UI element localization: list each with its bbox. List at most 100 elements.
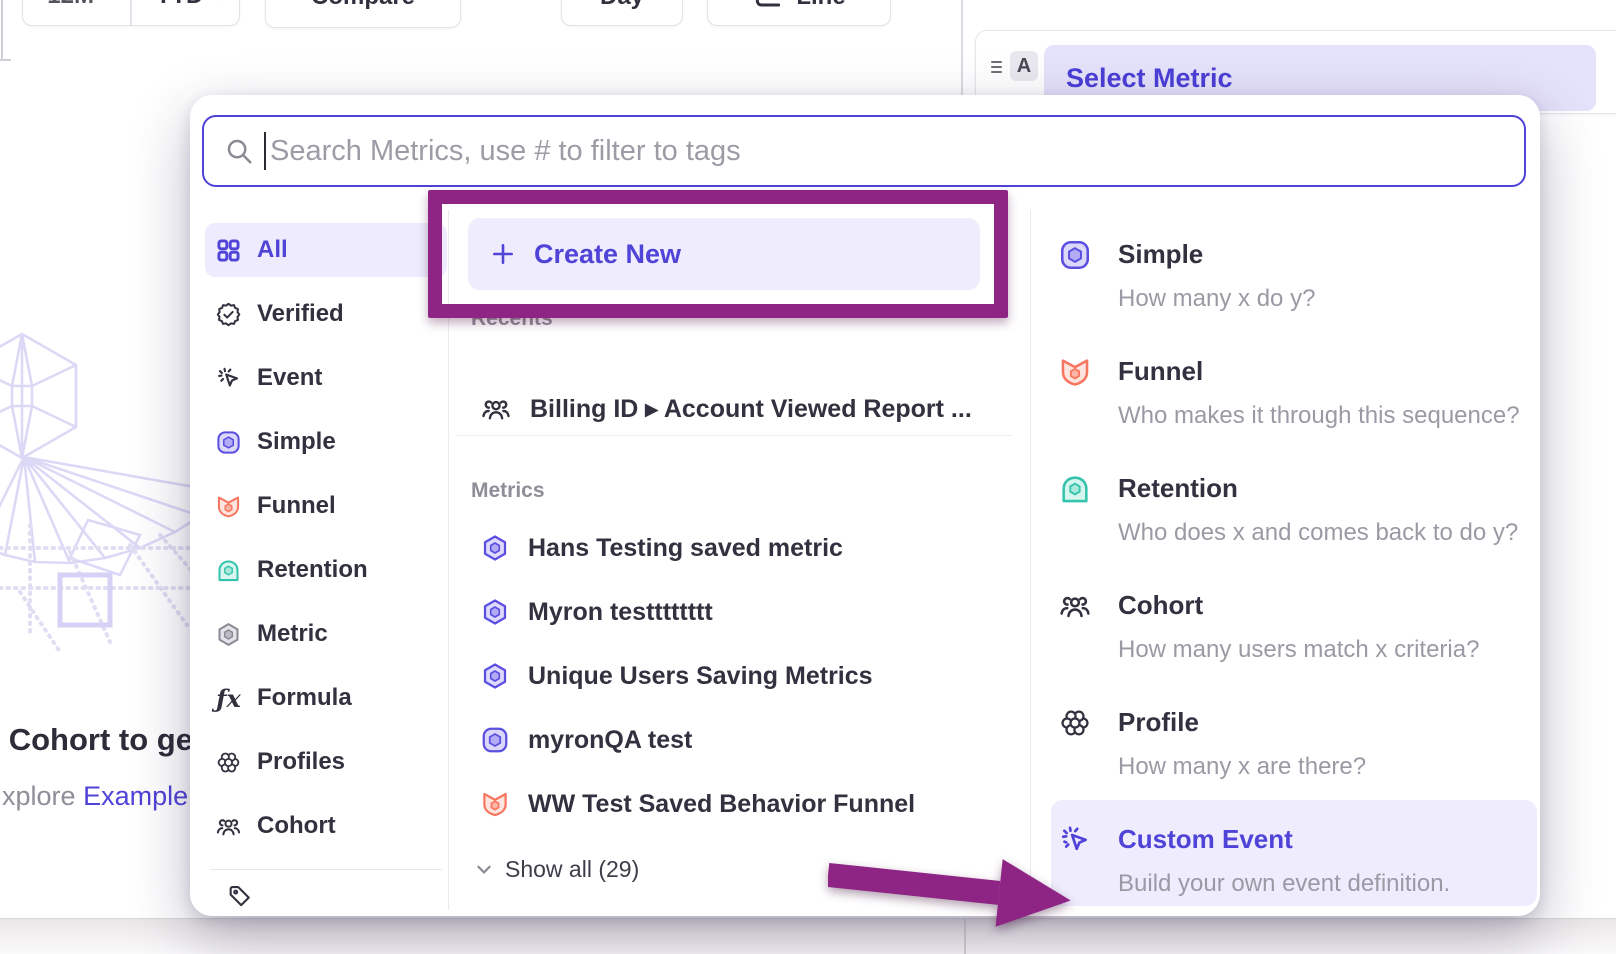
sidebar-item-verified[interactable]: Verified (205, 287, 447, 341)
recents-divider (455, 435, 1012, 436)
type-cohort-desc: How many users match x criteria? (1118, 636, 1479, 664)
date-range-control[interactable]: 12M YTD (22, 0, 240, 26)
recent-item-label: Billing ID ▸ Account Viewed Report ... (530, 394, 972, 424)
chevron-down-icon (475, 860, 493, 878)
metric-search-box (202, 115, 1526, 187)
range-12m-button[interactable]: 12M (23, 0, 118, 25)
tag-icon (226, 883, 254, 911)
grid-icon (215, 237, 242, 264)
range-ytd-label: YTD (155, 0, 203, 10)
select-metric-modal: All Verified Event Simple Funnel Retenti… (190, 95, 1540, 916)
saved-metric-icon (480, 661, 510, 691)
series-badge: A (1010, 51, 1038, 81)
custom-event-icon (1058, 823, 1092, 857)
profiles-flower-icon (215, 749, 242, 776)
series-letter: A (1017, 55, 1031, 78)
retention-icon (1058, 472, 1092, 506)
chart-type-button[interactable]: Line (707, 0, 891, 26)
search-icon (224, 136, 254, 166)
panel-edge-line (1, 0, 3, 60)
cohort-people-icon (1058, 589, 1092, 623)
formula-fx-icon: ƒx (215, 684, 242, 713)
type-profile-desc: How many x are there? (1118, 753, 1366, 781)
simple-metric-icon (215, 429, 242, 456)
sidebar-item-cohort[interactable]: Cohort (205, 799, 447, 853)
sidebar-item-simple[interactable]: Simple (205, 415, 447, 469)
granularity-button[interactable]: Day (561, 0, 683, 26)
metric-item-label: Myron testttttttt (528, 598, 713, 627)
sidebar-item-label: Simple (257, 428, 336, 456)
compare-button[interactable]: Compare (265, 0, 461, 28)
segment-divider (130, 0, 132, 25)
type-retention[interactable]: Retention (1118, 473, 1238, 504)
cohort-people-icon (480, 393, 512, 425)
simple-metric-icon (480, 725, 510, 755)
sidebar-item-label: Retention (257, 556, 368, 584)
type-retention-desc: Who does x and comes back to do y? (1118, 519, 1518, 547)
heading-text: Cohort to ge (9, 722, 193, 757)
plus-icon (490, 241, 516, 267)
range-ytd-button[interactable]: YTD (144, 0, 239, 25)
metric-list-item[interactable]: myronQA test (468, 714, 692, 766)
sidebar-item-label: All (257, 236, 288, 264)
recents-section-label: Recents (471, 307, 553, 331)
type-funnel[interactable]: Funnel (1118, 356, 1203, 387)
sidebar-item-all[interactable]: All (205, 223, 447, 277)
metric-list-item[interactable]: Hans Testing saved metric (468, 522, 843, 574)
select-metric-label: Select Metric (1066, 63, 1233, 94)
sidebar-item-label: Funnel (257, 492, 336, 520)
sidebar-item-label: Cohort (257, 812, 336, 840)
sidebar-item-funnel[interactable]: Funnel (205, 479, 447, 533)
saved-metric-icon (480, 533, 510, 563)
metric-list-item[interactable]: Unique Users Saving Metrics (468, 650, 873, 702)
metrics-section-label: Metrics (471, 479, 545, 503)
profiles-flower-icon (1058, 706, 1092, 740)
show-all-label: Show all (29) (505, 856, 639, 883)
metric-list-item[interactable]: WW Test Saved Behavior Funnel (468, 778, 915, 830)
metric-list-item[interactable]: Myron testttttttt (468, 586, 713, 638)
simple-metric-icon (1058, 238, 1092, 272)
sidebar-item-retention[interactable]: Retention (205, 543, 447, 597)
explore-text-fragment: xplore (2, 781, 76, 811)
create-new-button[interactable]: Create New (468, 218, 980, 290)
type-cohort[interactable]: Cohort (1118, 590, 1203, 621)
metric-item-label: myronQA test (528, 726, 692, 755)
sidebar-item-label: Verified (257, 300, 344, 328)
search-input[interactable] (256, 135, 1524, 168)
event-cursor-icon (215, 365, 242, 392)
background-heading: r Cohort to ge (0, 722, 193, 758)
column-divider (448, 210, 449, 910)
metric-hexagon-icon (215, 621, 242, 648)
sidebar-item-label: Formula (257, 684, 352, 712)
verified-badge-icon (215, 301, 242, 328)
type-funnel-desc: Who makes it through this sequence? (1118, 402, 1520, 430)
panel-edge-line (0, 59, 11, 61)
drag-handle-icon[interactable] (988, 57, 1008, 77)
screen: 12M YTD Compare Day Line r Cohort (0, 0, 1616, 954)
bottom-divider-line (964, 918, 966, 954)
type-profile[interactable]: Profile (1118, 707, 1199, 738)
chevron-down-icon (211, 0, 227, 4)
metric-item-label: Unique Users Saving Metrics (528, 662, 873, 691)
show-all-toggle[interactable]: Show all (29) (475, 850, 639, 888)
type-simple[interactable]: Simple (1118, 239, 1203, 270)
type-custom-event[interactable]: Custom Event (1118, 824, 1293, 855)
bottom-panel-edge (0, 918, 1616, 954)
recent-item-row[interactable]: Billing ID ▸ Account Viewed Report ... (468, 383, 972, 435)
sidebar-item-profiles[interactable]: Profiles (205, 735, 447, 789)
metric-item-label: WW Test Saved Behavior Funnel (528, 790, 915, 819)
create-new-label: Create New (534, 239, 681, 270)
line-chart-icon (752, 0, 784, 13)
type-simple-desc: How many x do y? (1118, 285, 1315, 313)
sidebar-item-event[interactable]: Event (205, 351, 447, 405)
column-divider (1030, 210, 1031, 910)
metric-item-label: Hans Testing saved metric (528, 534, 843, 563)
chart-type-label: Line (796, 0, 845, 11)
sidebar-item-label: Metric (257, 620, 328, 648)
sidebar-item-formula[interactable]: ƒx Formula (205, 671, 447, 725)
sidebar-item-metric[interactable]: Metric (205, 607, 447, 661)
funnel-icon (1058, 355, 1092, 389)
sidebar-divider (210, 869, 442, 870)
compare-label: Compare (311, 0, 415, 11)
retention-icon (215, 557, 242, 584)
